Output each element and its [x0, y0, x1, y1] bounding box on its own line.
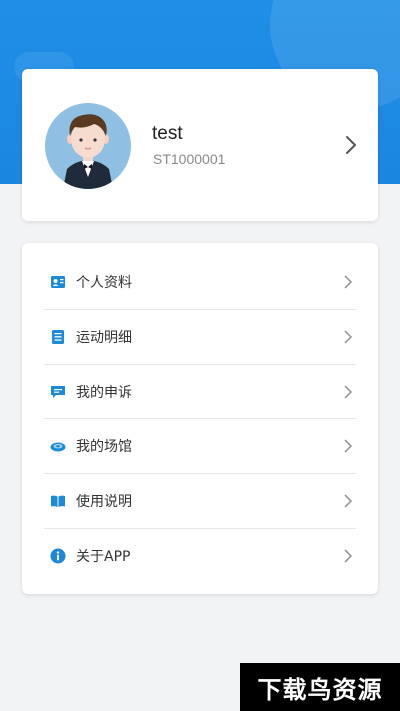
chevron-right-icon	[343, 548, 353, 564]
info-icon	[50, 548, 66, 564]
chevron-right-icon	[343, 274, 353, 290]
menu-item-label: 运动明细	[76, 330, 132, 346]
menu-item-label: 个人资料	[76, 275, 132, 291]
chevron-right-icon[interactable]	[344, 135, 358, 155]
user-avatar-icon[interactable]	[45, 103, 131, 189]
user-id: ST1000001	[153, 151, 226, 167]
chevron-right-icon	[343, 438, 353, 454]
chevron-right-icon	[343, 384, 353, 400]
chevron-right-icon	[343, 493, 353, 509]
menu-item-exercise-details[interactable]: 运动明细	[22, 310, 378, 364]
menu-item-profile[interactable]: 个人资料	[22, 255, 378, 309]
message-bubble-icon	[50, 384, 66, 400]
menu-item-about-app[interactable]: 关于APP	[22, 529, 378, 583]
menu-item-label: 关于APP	[76, 549, 131, 565]
menu-card: 个人资料 运动明细 我的申诉 我的场馆 使用说明 关于APP	[22, 243, 378, 594]
menu-item-appeals[interactable]: 我的申诉	[22, 365, 378, 419]
menu-item-venues[interactable]: 我的场馆	[22, 419, 378, 473]
menu-item-label: 我的申诉	[76, 385, 132, 401]
user-name: test	[152, 123, 183, 144]
profile-card[interactable]: test ST1000001	[22, 69, 378, 221]
menu-item-label: 使用说明	[76, 494, 132, 510]
book-icon	[50, 493, 66, 509]
chevron-right-icon	[343, 329, 353, 345]
watermark: 下载鸟资源	[240, 663, 400, 711]
menu-item-label: 我的场馆	[76, 439, 132, 455]
menu-item-instructions[interactable]: 使用说明	[22, 474, 378, 528]
profile-card-icon	[50, 274, 66, 290]
document-list-icon	[50, 329, 66, 345]
stadium-icon	[50, 438, 66, 454]
